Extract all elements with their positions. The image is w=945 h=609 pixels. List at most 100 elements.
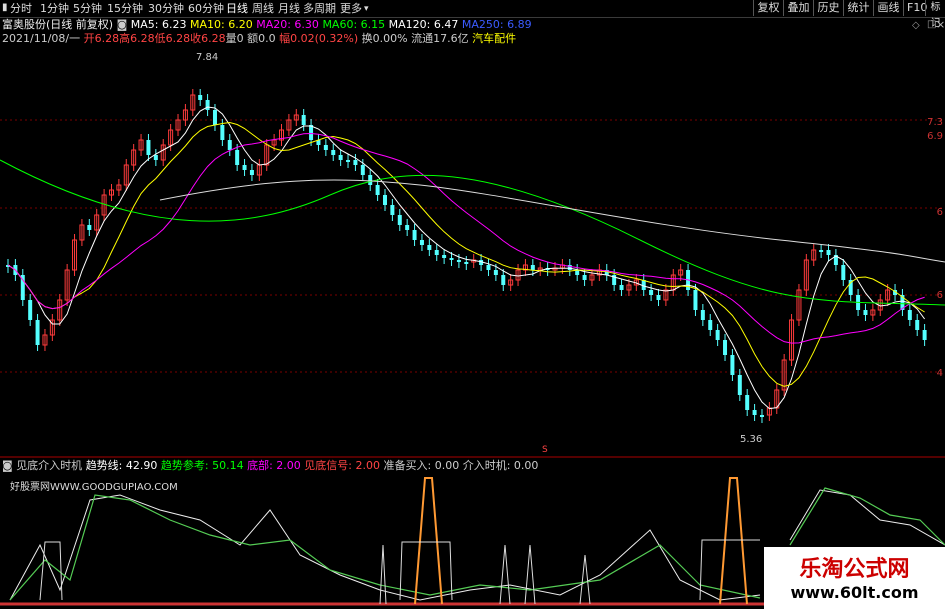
moving-average-lines: [0, 106, 945, 410]
indicator-name: 见底介入时机: [16, 459, 83, 472]
indicator-gear-icon[interactable]: ◙: [2, 459, 13, 472]
candle-body-down: [323, 145, 328, 150]
dropdown-icon[interactable]: ▮: [2, 2, 8, 13]
close-value: 收6.28: [190, 32, 226, 45]
candle-body-down: [427, 245, 432, 250]
ma-line-2: [7, 132, 925, 344]
overlay-button[interactable]: 叠加: [783, 0, 813, 16]
tab-daily[interactable]: 日线: [226, 1, 248, 16]
candle-body-down: [153, 155, 158, 160]
s-signal-label: S: [542, 445, 548, 455]
candle-body-down: [649, 290, 654, 295]
candle-body-down: [309, 125, 314, 140]
restore-rights-button[interactable]: 复权: [753, 0, 783, 16]
trend-ref-value: 趋势参考: 50.14: [160, 459, 244, 472]
ma-info-bar: 富奥股份(日线 前复权) ◙ MA5: 6.23 MA10: 6.20 MA20…: [2, 18, 532, 31]
candle-body-down: [338, 155, 343, 160]
tab-monthly[interactable]: 月线: [278, 1, 300, 16]
tab-weekly[interactable]: 周线: [252, 1, 274, 16]
candle-body-down: [907, 310, 912, 320]
bottom-signal-spikes: [414, 477, 748, 605]
candle-body-down: [390, 205, 395, 215]
kline-chart[interactable]: [0, 0, 945, 609]
tab-5min[interactable]: 5分钟: [73, 1, 102, 16]
date-value: 2021/11/08/一: [2, 32, 81, 45]
change-value: 幅0.02(0.32%): [279, 32, 359, 45]
candle-body-down: [212, 110, 217, 125]
entry-value: 介入时机: 0.00: [462, 459, 539, 472]
tab-1min[interactable]: 1分钟: [40, 1, 69, 16]
sector-value: 汽车配件: [472, 32, 517, 45]
candle-body-down: [249, 170, 254, 175]
more-dropdown-icon[interactable]: ▾: [364, 2, 369, 17]
axis-label: 7.3: [927, 117, 943, 128]
tab-30min[interactable]: 30分钟: [148, 1, 184, 16]
candle-body-down: [456, 260, 461, 262]
tab-60min[interactable]: 60分钟: [188, 1, 224, 16]
settings-gear-icon[interactable]: ◙: [117, 18, 128, 31]
candle-body-down: [915, 320, 920, 330]
watermark-url: www.60lt.com: [790, 583, 919, 602]
candle-body-down: [353, 160, 358, 165]
history-button[interactable]: 历史: [813, 0, 843, 16]
candle-body-down: [745, 395, 750, 410]
candle-body-down: [405, 225, 410, 230]
candle-body-down: [715, 330, 720, 340]
turnover-value: 换0.00%: [361, 32, 408, 45]
candle-body-down: [464, 262, 469, 264]
f10-button[interactable]: F10: [903, 0, 927, 16]
mark-button[interactable]: 标记: [925, 0, 945, 29]
candle-body-down: [708, 320, 713, 330]
candle-body-down: [819, 250, 824, 252]
tab-fenshi[interactable]: 分时: [10, 1, 32, 16]
candle-body-down: [28, 300, 33, 320]
ma10-value: MA10: 6.20: [190, 18, 253, 31]
diamond-icon[interactable]: ◇: [912, 20, 920, 31]
candle-body-down: [360, 165, 365, 175]
candle-body-down: [235, 150, 240, 165]
axis-label: 6: [936, 290, 943, 301]
watermark-box: 乐淘公式网 www.60lt.com: [764, 547, 945, 609]
low-price-label: 5.36: [740, 434, 763, 445]
candle-body-down: [205, 100, 210, 110]
timeframe-toolbar: ▮ 分时 1分钟 5分钟 15分钟 30分钟 60分钟 日线 周线 月线 多周期…: [0, 0, 945, 29]
candle-body-down: [863, 310, 868, 315]
low-value: 低6.28: [154, 32, 191, 45]
ma20-value: MA20: 6.30: [256, 18, 319, 31]
candle-body-down: [582, 275, 587, 280]
candle-body-down: [501, 275, 506, 285]
candle-body-down: [486, 265, 491, 270]
tab-multi-period[interactable]: 多周期: [303, 1, 336, 16]
candle-body-down: [693, 290, 698, 310]
candle-body-down: [759, 415, 764, 417]
candle-body-down: [826, 250, 831, 255]
candle-body-down: [449, 258, 454, 260]
candle-body-down: [737, 375, 742, 395]
ohlc-info-bar: 2021/11/08/一 开6.28高6.28低6.28收6.28量0 额0.0…: [2, 32, 516, 45]
stock-name: 富奥股份(日线 前复权): [2, 18, 114, 31]
tab-15min[interactable]: 15分钟: [107, 1, 143, 16]
stats-button[interactable]: 统计: [843, 0, 873, 16]
candlesticks: [6, 89, 927, 423]
trend-line-right: [789, 489, 945, 546]
trend-ref-line-right: [789, 487, 945, 546]
candle-body-down: [146, 140, 151, 155]
close-panel-icon[interactable]: ×: [936, 18, 945, 31]
candle-body-down: [530, 265, 535, 270]
candle-body-down: [412, 230, 417, 240]
prepare-value: 准备买入: 0.00: [383, 459, 460, 472]
candle-body-down: [331, 150, 336, 155]
candle-body-down: [442, 255, 447, 258]
high-value: 高6.28: [119, 32, 155, 45]
candle-body-down: [419, 240, 424, 245]
float-value: 流通17.6亿: [411, 32, 469, 45]
ma5-value: MA5: 6.23: [130, 18, 187, 31]
candle-body-down: [382, 195, 387, 205]
candle-body-down: [242, 165, 247, 170]
signal-value: 见底信号: 2.00: [304, 459, 380, 472]
ma120-line: [159, 179, 945, 263]
tab-more[interactable]: 更多: [340, 1, 362, 16]
candle-body-down: [841, 265, 846, 280]
candle-body-down: [730, 355, 735, 375]
draw-line-button[interactable]: 画线: [873, 0, 903, 16]
